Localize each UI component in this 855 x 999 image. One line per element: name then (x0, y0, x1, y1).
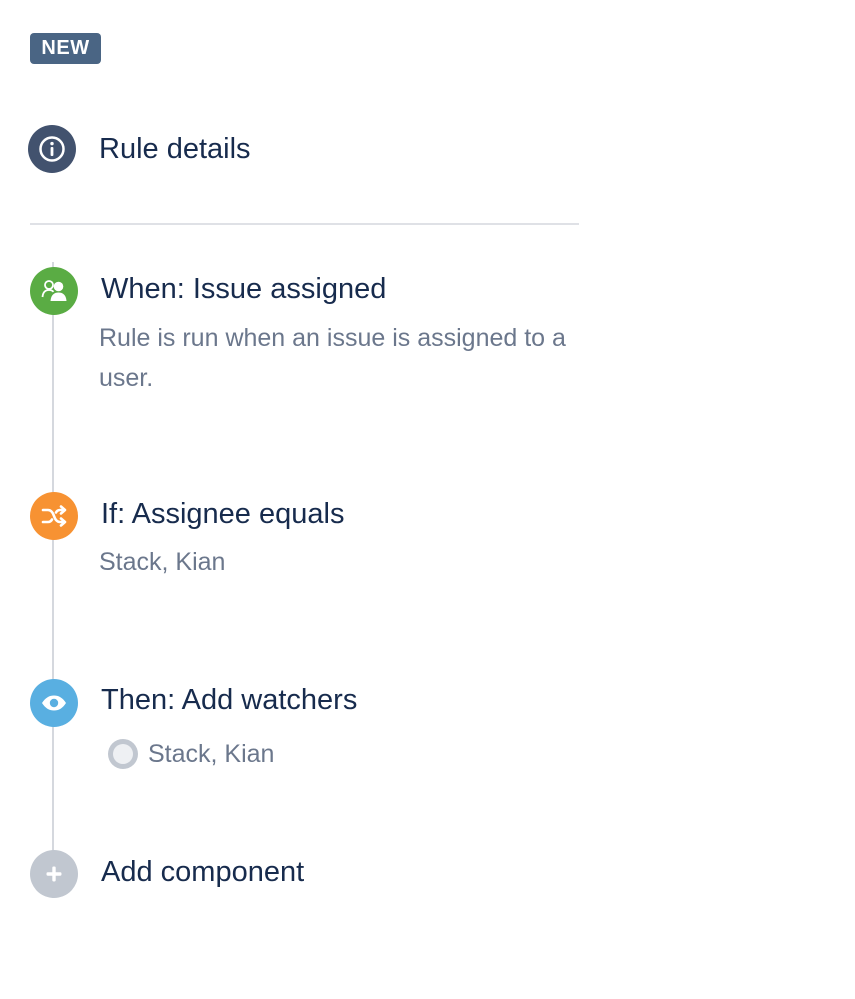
condition-description: Stack, Kian (99, 548, 226, 576)
new-badge: NEW (30, 33, 101, 64)
plus-icon (30, 850, 78, 898)
divider (30, 223, 579, 225)
condition-title: If: Assignee equals (101, 498, 345, 530)
rule-details-label: Rule details (99, 132, 251, 165)
info-icon (28, 125, 76, 173)
rule-details-item[interactable]: Rule details (28, 124, 251, 174)
add-component-label: Add component (101, 856, 305, 888)
watcher-name: Stack, Kian (148, 739, 275, 768)
timeline-line (52, 262, 54, 898)
trigger-title: When: Issue assigned (101, 273, 387, 305)
eye-icon (30, 679, 78, 727)
avatar (108, 739, 138, 769)
trigger-description: Rule is run when an issue is assigned to… (99, 324, 566, 392)
shuffle-icon (30, 492, 78, 540)
action-title: Then: Add watchers (101, 684, 358, 716)
watcher-item: Stack, Kian (108, 739, 274, 769)
user-assign-icon (30, 267, 78, 315)
